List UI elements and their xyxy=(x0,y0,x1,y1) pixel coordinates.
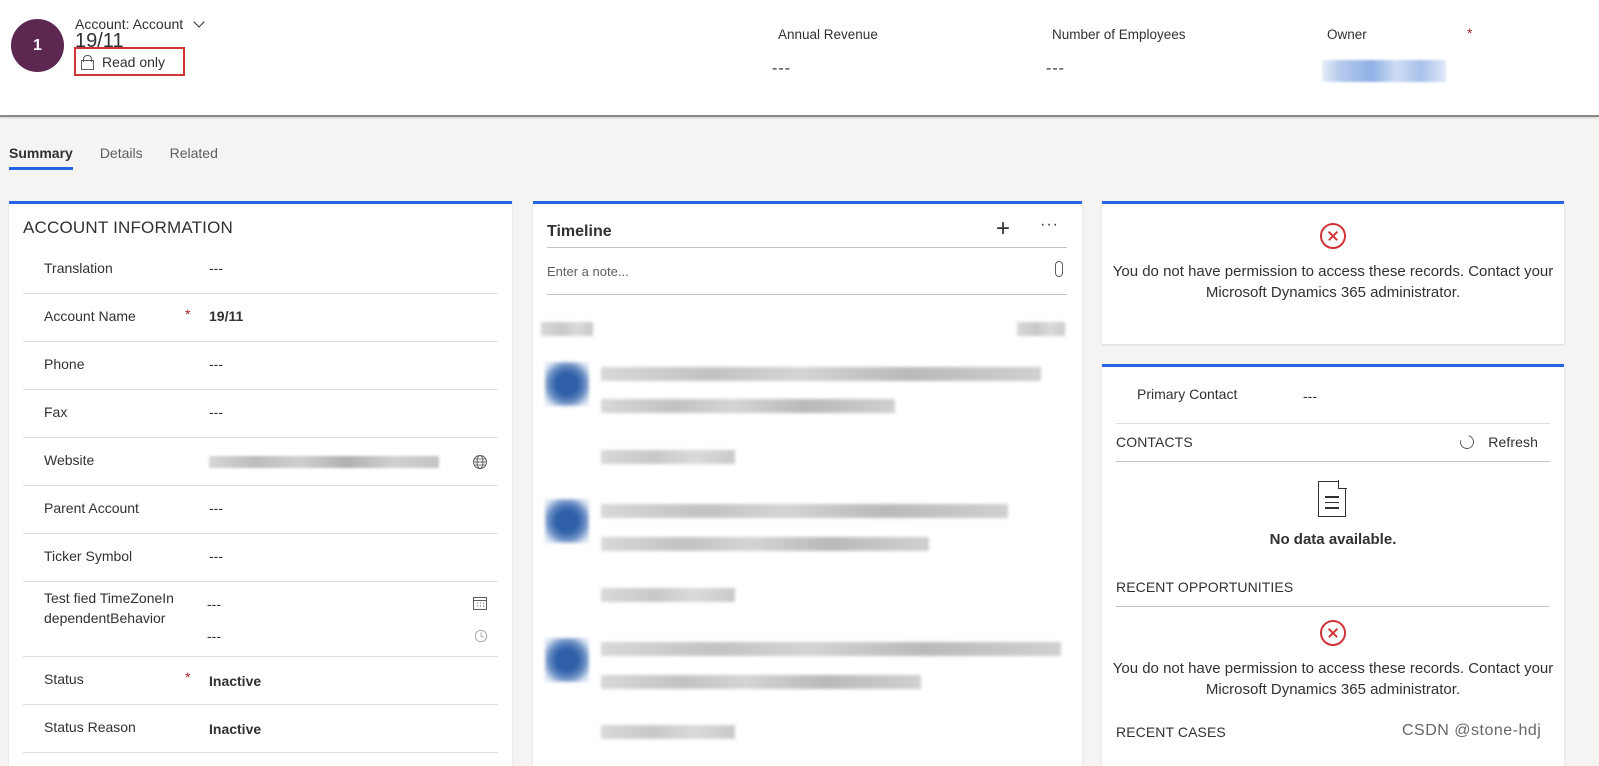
field-label: Ticker Symbol xyxy=(44,548,133,564)
timeline-item-body-redacted xyxy=(601,399,895,413)
avatar xyxy=(545,362,589,406)
annual-revenue-value[interactable]: --- xyxy=(772,60,791,78)
clock-icon[interactable] xyxy=(474,629,488,643)
field-row-primary-contact: Primary Contact --- xyxy=(1116,379,1550,424)
primary-contact-label: Primary Contact xyxy=(1137,386,1238,402)
field-row-test-field: Test fied TimeZoneIndependentBehavior --… xyxy=(23,582,498,657)
avatar: 1 xyxy=(11,19,64,72)
field-label: Parent Account xyxy=(44,500,139,516)
field-row-ticker-symbol: Ticker Symbol --- xyxy=(23,534,498,582)
record-header: 1 Account: Account 19/11 Read only Annua… xyxy=(0,0,1599,117)
header-field-owner: Owner xyxy=(1327,26,1367,42)
timeline-item-title-redacted xyxy=(601,367,1041,381)
timeline-item-date-redacted xyxy=(601,588,735,602)
opportunities-permission-message: You do not have permission to access the… xyxy=(1112,660,1554,698)
field-value[interactable]: --- xyxy=(209,356,223,372)
divider xyxy=(1116,461,1550,462)
refresh-icon xyxy=(1457,432,1477,452)
document-icon xyxy=(1318,480,1347,517)
timeline-item-title-redacted xyxy=(601,504,1008,518)
form-tabs: Summary Details Related xyxy=(9,145,218,170)
field-label: Fax xyxy=(44,404,68,420)
error-icon xyxy=(1320,223,1346,249)
field-row-website: Website xyxy=(23,438,498,486)
watermark: CSDN @stone-hdj xyxy=(1402,722,1542,739)
time-value[interactable]: --- xyxy=(207,628,221,644)
timeline-item-date-redacted xyxy=(601,725,735,739)
date-value[interactable]: --- xyxy=(207,596,221,612)
field-label: Account Name xyxy=(44,308,136,324)
owner-required-marker: * xyxy=(1467,25,1473,41)
field-row-translation: Translation --- xyxy=(23,246,498,294)
lock-icon xyxy=(81,55,94,70)
timeline-section: Timeline + ··· Enter a note... xyxy=(533,201,1082,766)
permission-error-card: You do not have permission to access the… xyxy=(1102,201,1564,344)
account-information-section: ACCOUNT INFORMATION Translation --- Acco… xyxy=(9,201,512,766)
field-value[interactable]: Inactive xyxy=(209,673,261,689)
timeline-filter-redacted xyxy=(541,322,593,336)
owner-label: Owner xyxy=(1327,27,1367,42)
employees-label: Number of Employees xyxy=(1052,27,1186,42)
field-label: Translation xyxy=(44,260,113,276)
timeline-item-title-redacted xyxy=(601,642,1061,656)
field-value[interactable]: Inactive xyxy=(209,721,261,737)
field-value[interactable]: --- xyxy=(209,500,223,516)
employees-value[interactable]: --- xyxy=(1046,60,1065,78)
error-icon xyxy=(1320,620,1346,646)
field-row-fax: Fax --- xyxy=(23,390,498,438)
timeline-item-body-redacted xyxy=(601,537,929,551)
field-row-parent-account: Parent Account --- xyxy=(23,486,498,534)
field-label: Website xyxy=(44,452,95,468)
calendar-icon[interactable] xyxy=(472,595,488,611)
no-data-message: No data available. xyxy=(1269,531,1397,548)
avatar xyxy=(545,499,589,543)
primary-contact-value[interactable]: --- xyxy=(1303,388,1317,404)
paperclip-icon[interactable] xyxy=(1055,261,1063,277)
field-value[interactable]: 19/11 xyxy=(209,308,243,324)
globe-icon[interactable] xyxy=(472,454,488,470)
note-placeholder: Enter a note... xyxy=(547,264,629,279)
plus-icon[interactable]: + xyxy=(996,217,1010,241)
section-title: ACCOUNT INFORMATION xyxy=(23,218,233,237)
field-label: Phone xyxy=(44,356,85,372)
field-value[interactable]: --- xyxy=(209,260,223,276)
contacts-subgrid-header: CONTACTS Refresh xyxy=(1116,432,1550,452)
tab-summary[interactable]: Summary xyxy=(9,145,73,170)
header-field-annual-revenue: Annual Revenue --- xyxy=(772,26,878,77)
chevron-down-icon xyxy=(193,16,205,28)
refresh-button[interactable]: Refresh xyxy=(1457,432,1538,452)
contacts-heading: CONTACTS xyxy=(1116,434,1193,450)
field-label: Status xyxy=(44,671,84,687)
website-value-redacted[interactable] xyxy=(209,456,439,468)
related-records-card: Primary Contact --- CONTACTS Refresh No … xyxy=(1102,364,1564,766)
avatar xyxy=(545,638,589,682)
field-label: Test fied TimeZoneIndependentBehavior xyxy=(44,590,174,626)
field-row-account-name: Account Name * 19/11 xyxy=(23,294,498,342)
required-marker: * xyxy=(185,306,191,322)
more-options-button[interactable]: ··· xyxy=(1040,216,1059,234)
read-only-indicator: Read only xyxy=(74,47,185,76)
opportunities-heading: RECENT OPPORTUNITIES xyxy=(1116,579,1294,595)
read-only-label: Read only xyxy=(102,53,166,70)
field-row-status-reason: Status Reason Inactive xyxy=(23,705,498,753)
field-value[interactable]: --- xyxy=(209,548,223,564)
timeline-item-body-redacted xyxy=(601,675,921,689)
annual-revenue-label: Annual Revenue xyxy=(778,27,878,42)
required-marker: * xyxy=(185,669,191,685)
refresh-label: Refresh xyxy=(1488,434,1538,450)
owner-value-redacted[interactable] xyxy=(1322,60,1446,82)
timeline-title: Timeline xyxy=(547,223,612,240)
field-label: Status Reason xyxy=(44,719,136,735)
field-row-phone: Phone --- xyxy=(23,342,498,390)
timeline-controls-redacted xyxy=(1017,322,1065,336)
note-input[interactable]: Enter a note... xyxy=(547,247,1067,295)
header-field-employees: Number of Employees --- xyxy=(1046,26,1186,77)
divider xyxy=(1116,606,1550,607)
tab-related[interactable]: Related xyxy=(170,145,218,170)
tab-details[interactable]: Details xyxy=(100,145,143,170)
field-row-status: Status * Inactive xyxy=(23,657,498,705)
permission-message: You do not have permission to access the… xyxy=(1112,263,1554,301)
field-value[interactable]: --- xyxy=(209,404,223,420)
timeline-item-date-redacted xyxy=(601,450,735,464)
